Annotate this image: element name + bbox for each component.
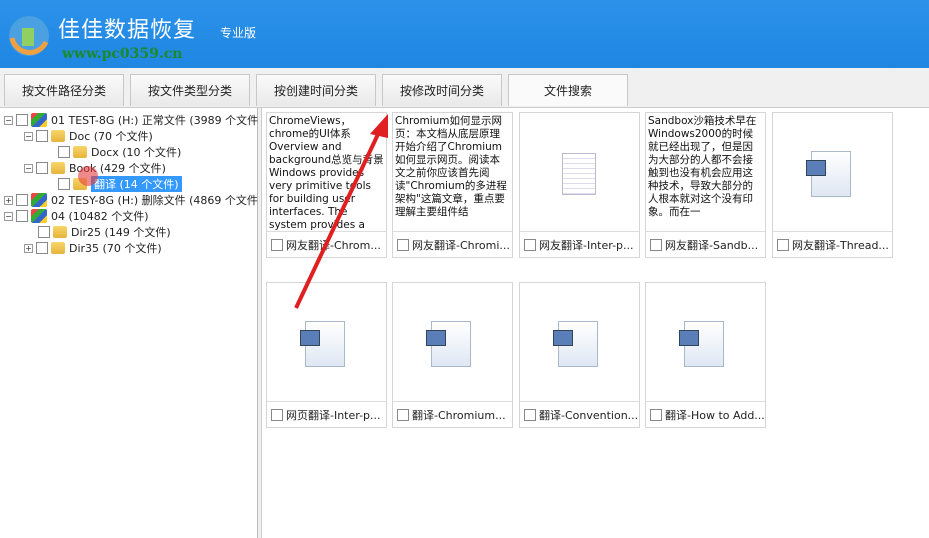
tree-label: Book (429 个文件)	[69, 162, 166, 175]
collapse-icon[interactable]: −	[24, 163, 33, 173]
collapse-icon[interactable]: −	[4, 211, 13, 221]
file-card[interactable]: 翻译-Chromium...	[392, 282, 513, 428]
text-file-icon	[562, 153, 596, 195]
tree-node-04[interactable]: − 04 (10482 个文件)	[4, 208, 149, 224]
file-grid: ChromeViews，chrome的UI体系Overview and back…	[263, 108, 929, 538]
tree-label: 02 TESY-8G (H:) 删除文件 (4869 个文件	[51, 194, 258, 207]
folder-icon	[53, 226, 67, 238]
watermark: www.pc0359.cn	[62, 46, 183, 62]
drive-icon	[31, 193, 47, 207]
word-doc-icon	[300, 321, 345, 367]
tree-label: Dir35 (70 个文件)	[69, 242, 162, 255]
file-card[interactable]: 网页翻译-Inter-p...	[266, 282, 387, 428]
word-doc-icon	[426, 321, 471, 367]
expand-icon[interactable]: +	[4, 195, 13, 205]
file-name: 网友翻译-Chrom...	[286, 238, 381, 252]
file-name: 翻译-How to Add...	[665, 408, 765, 422]
tab-by-type[interactable]: 按文件类型分类	[130, 74, 250, 106]
tab-by-modified[interactable]: 按修改时间分类	[382, 74, 502, 106]
checkbox[interactable]	[777, 238, 789, 251]
file-name: 网友翻译-Thread...	[792, 238, 889, 252]
expand-icon[interactable]: +	[24, 243, 33, 253]
tree-node-book[interactable]: − Book (429 个文件)	[24, 160, 166, 176]
folder-icon	[51, 162, 65, 174]
folder-icon	[73, 178, 87, 190]
checkbox[interactable]	[58, 178, 70, 190]
tree-node-drive-01[interactable]: − 01 TEST-8G (H:) 正常文件 (3989 个文件	[4, 112, 258, 128]
file-card[interactable]: ChromeViews，chrome的UI体系Overview and back…	[266, 112, 387, 258]
checkbox[interactable]	[58, 146, 70, 158]
word-doc-icon	[553, 321, 598, 367]
file-card[interactable]: 网友翻译-Inter-p...	[519, 112, 640, 258]
checkbox[interactable]	[36, 242, 48, 254]
tree-label: Doc (70 个文件)	[69, 130, 153, 143]
collapse-icon[interactable]: −	[24, 131, 33, 141]
checkbox[interactable]	[650, 238, 662, 251]
tab-by-path[interactable]: 按文件路径分类	[4, 74, 124, 106]
app-logo-icon	[9, 16, 49, 56]
collapse-icon[interactable]: −	[4, 115, 13, 125]
folder-icon	[51, 130, 65, 142]
tree-node-drive-02[interactable]: +02 TESY-8G (H:) 删除文件 (4869 个文件	[4, 192, 258, 208]
folder-icon	[73, 146, 87, 158]
checkbox[interactable]	[36, 162, 48, 174]
checkbox[interactable]	[397, 238, 409, 251]
checkbox[interactable]	[271, 238, 283, 251]
tree-node-doc[interactable]: − Doc (70 个文件)	[24, 128, 153, 144]
checkbox[interactable]	[16, 194, 28, 206]
text-preview: Sandbox沙箱技术早在Windows2000的时候就已经出现了，但是因为大部…	[648, 115, 757, 218]
app-title: 佳佳数据恢复	[58, 18, 197, 43]
checkbox[interactable]	[524, 408, 536, 421]
checkbox[interactable]	[524, 238, 536, 251]
tree-label: Docx (10 个文件)	[91, 146, 182, 159]
edition-label: 专业版	[220, 26, 257, 40]
tree-label: 01 TEST-8G (H:) 正常文件 (3989 个文件	[51, 114, 259, 127]
drive-icon	[31, 113, 47, 127]
tree-node-translate[interactable]: 翻译 (14 个文件)	[58, 176, 182, 192]
file-card[interactable]: Chromium如何显示网页：本文档从底层原理开始介绍了Chromium如何显示…	[392, 112, 513, 258]
file-card[interactable]: 翻译-How to Add...	[645, 282, 766, 428]
file-name: 翻译-Convention...	[539, 408, 639, 422]
file-name: 网友翻译-Chromi...	[412, 238, 510, 252]
file-name: 网友翻译-Sandb...	[665, 238, 759, 252]
tab-by-created[interactable]: 按创建时间分类	[256, 74, 376, 106]
checkbox[interactable]	[397, 408, 409, 421]
folder-icon	[51, 242, 65, 254]
tree-label: 04 (10482 个文件)	[51, 210, 149, 223]
file-name: 翻译-Chromium...	[412, 408, 506, 422]
folder-tree: − 01 TEST-8G (H:) 正常文件 (3989 个文件 − Doc (70…	[0, 108, 258, 538]
checkbox[interactable]	[650, 408, 662, 421]
drive-icon	[31, 209, 47, 223]
checkbox[interactable]	[16, 210, 28, 222]
file-name: 网页翻译-Inter-p...	[286, 408, 381, 422]
tree-node-dir35[interactable]: + Dir35 (70 个文件)	[24, 240, 162, 256]
tab-bar: 按文件路径分类 按文件类型分类 按创建时间分类 按修改时间分类 文件搜索	[0, 68, 929, 108]
tree-label-selected: 翻译 (14 个文件)	[91, 176, 182, 192]
text-preview: Chromium如何显示网页：本文档从底层原理开始介绍了Chromium如何显示…	[395, 115, 507, 218]
file-name: 网友翻译-Inter-p...	[539, 238, 634, 252]
file-card[interactable]: Sandbox沙箱技术早在Windows2000的时候就已经出现了，但是因为大部…	[645, 112, 766, 258]
checkbox[interactable]	[36, 130, 48, 142]
splitter[interactable]	[258, 108, 262, 538]
app-header: 佳佳数据恢复 专业版 www.pc0359.cn	[0, 0, 929, 68]
file-card[interactable]: 翻译-Convention...	[519, 282, 640, 428]
tree-node-docx[interactable]: Docx (10 个文件)	[58, 144, 181, 160]
file-card[interactable]: 网友翻译-Thread...	[772, 112, 893, 258]
word-doc-icon	[679, 321, 724, 367]
text-preview: ChromeViews，chrome的UI体系Overview and back…	[269, 115, 384, 231]
tree-node-dir25[interactable]: Dir25 (149 个文件)	[38, 224, 171, 240]
checkbox[interactable]	[16, 114, 28, 126]
checkbox[interactable]	[38, 226, 50, 238]
checkbox[interactable]	[271, 408, 283, 421]
tab-file-search[interactable]: 文件搜索	[508, 74, 628, 106]
tree-label: Dir25 (149 个文件)	[71, 226, 171, 239]
word-doc-icon	[806, 151, 851, 197]
